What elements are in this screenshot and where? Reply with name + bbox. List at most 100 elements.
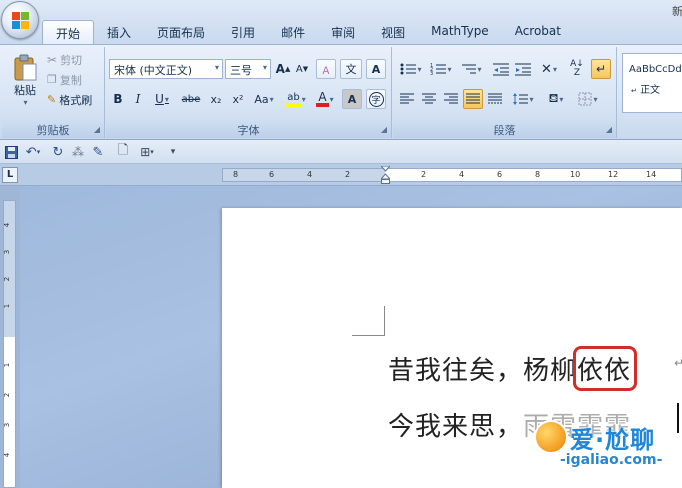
horizontal-ruler[interactable]: 8 6 4 2 2 4 6 8 10 12 14 <box>222 166 682 184</box>
insert-symbol-button[interactable]: ⁂ <box>70 143 86 161</box>
multilevel-list-button[interactable]: ▾ <box>457 59 485 79</box>
table-icon: ⊞ <box>140 145 151 159</box>
customize-qat-button[interactable]: ▾ <box>168 143 178 161</box>
tab-view[interactable]: 视图 <box>368 20 418 44</box>
tab-acrobat[interactable]: Acrobat <box>502 20 574 44</box>
office-button[interactable] <box>1 1 39 39</box>
sort-button[interactable]: A↓ Z <box>567 59 587 79</box>
tab-home[interactable]: 开始 <box>42 20 95 44</box>
ruler-tick: 4 <box>459 170 465 179</box>
quick-access-toolbar: ↶ ▾ ↻ ⁂ ✎ 🗋 ⊞ ▾ ▾ <box>0 140 682 164</box>
align-center-button[interactable] <box>419 89 439 109</box>
paste-button[interactable]: 粘贴 ▾ <box>6 49 44 111</box>
ruler-tick: 4 <box>3 452 12 458</box>
paint-bucket-icon: ⛾ <box>548 91 559 105</box>
underline-button[interactable]: U ▾ <box>150 89 174 109</box>
save-icon[interactable] <box>3 143 19 161</box>
cut-label: 剪切 <box>60 53 83 67</box>
char-border-button[interactable]: A <box>366 59 386 79</box>
tab-insert[interactable]: 插入 <box>94 20 144 44</box>
tab-mathtype[interactable]: MathType <box>418 20 502 44</box>
draw-table-button[interactable]: ✎ <box>90 143 106 161</box>
show-formatting-button[interactable]: ↵ <box>591 59 611 79</box>
tab-stop-selector[interactable]: L <box>2 167 18 183</box>
style-gallery-normal[interactable]: AaBbCcDd ↵ 正文 <box>622 53 682 113</box>
vertical-ruler[interactable]: 4 3 2 1 1 2 3 4 <box>3 200 16 488</box>
title-bar: 新 开始 插入 页面布局 引用 邮件 审阅 视图 MathType Acroba… <box>0 0 682 44</box>
clear-format-button[interactable]: Ａ <box>316 59 336 79</box>
window-title: 新 <box>672 5 682 18</box>
site-watermark: 爱·尬聊 -igaliao.com- <box>530 412 682 488</box>
copy-button[interactable]: ❐ 复制 <box>46 71 83 88</box>
justify-button[interactable] <box>463 89 483 109</box>
highlighted-word[interactable]: 依依 <box>573 346 638 391</box>
redo-button[interactable]: ↻ <box>50 143 66 161</box>
change-case-button[interactable]: Aa ▾ <box>250 89 278 109</box>
italic-button[interactable]: I <box>130 89 146 109</box>
chevron-down-icon: ▾ <box>262 63 267 72</box>
phonetic-guide-button[interactable]: 文 <box>340 59 362 79</box>
tab-page-layout[interactable]: 页面布局 <box>144 20 218 44</box>
ruler-tick: 2 <box>3 392 12 398</box>
font-color-icon: A <box>316 91 329 107</box>
ruler-tick: 4 <box>3 222 12 228</box>
asian-layout-button[interactable]: ✕ ▾ <box>535 59 563 79</box>
pencil-icon: ✎ <box>92 144 104 160</box>
enclose-icon: 字 <box>368 91 384 107</box>
cut-button[interactable]: ✂ 剪切 <box>46 51 83 68</box>
font-size-select[interactable]: 三号 ▾ <box>225 59 271 79</box>
ruler-tick: 14 <box>646 170 657 179</box>
increase-indent-button[interactable] <box>513 59 533 79</box>
watermark-logo-icon <box>534 420 568 454</box>
char-shading-button[interactable]: A <box>342 89 362 109</box>
ruler-tick: 6 <box>497 170 503 179</box>
format-painter-button[interactable]: ✎ 格式刷 <box>46 91 93 108</box>
indent-marker-icon[interactable] <box>381 166 390 184</box>
ribbon: 粘贴 ▾ ✂ 剪切 ❐ 复制 ✎ 格式刷 剪贴板 ◢ 宋体 (中文正文) ▾ 三号… <box>0 44 682 140</box>
paragraph-mark: ↵ <box>674 356 682 370</box>
highlighter-icon: ab <box>286 92 301 107</box>
font-color-button[interactable]: A ▾ <box>312 89 338 109</box>
text-line-1[interactable]: 昔我往矣，杨柳依依 <box>388 346 638 391</box>
increase-indent-icon <box>515 63 531 76</box>
chevron-down-icon: ▾ <box>170 147 176 157</box>
eraser-icon: Ａ <box>321 65 331 77</box>
ruler-tick: 3 <box>3 249 12 255</box>
shading-button[interactable]: ⛾ ▾ <box>541 89 571 109</box>
grow-font-button[interactable]: A ▲ <box>274 59 292 79</box>
align-right-button[interactable] <box>441 89 461 109</box>
bullet-list-icon <box>400 63 417 75</box>
borders-button[interactable]: ▾ <box>573 89 603 109</box>
tab-references[interactable]: 引用 <box>218 20 268 44</box>
clipboard-group: 粘贴 ▾ ✂ 剪切 ❐ 复制 ✎ 格式刷 剪贴板 ◢ <box>2 47 105 138</box>
ruler-bar: L 8 6 4 2 2 4 6 8 10 12 14 <box>0 164 682 186</box>
bold-button[interactable]: B <box>110 89 126 109</box>
justify-icon <box>466 93 480 104</box>
paragraph-launcher-icon[interactable]: ◢ <box>606 125 612 134</box>
undo-button[interactable]: ↶ ▾ <box>22 143 44 161</box>
superscript-button[interactable]: x² <box>228 89 248 109</box>
bullets-button[interactable]: ▾ <box>397 59 425 79</box>
line-spacing-button[interactable]: ▾ <box>509 89 537 109</box>
shrink-font-button[interactable]: A ▼ <box>293 59 311 79</box>
enclose-char-button[interactable]: 字 <box>366 89 386 109</box>
distribute-button[interactable] <box>485 89 505 109</box>
paste-label: 粘贴 <box>14 83 36 97</box>
font-launcher-icon[interactable]: ◢ <box>381 125 387 134</box>
font-name-select[interactable]: 宋体 (中文正文) ▾ <box>109 59 223 79</box>
ruler-tick: 12 <box>608 170 619 179</box>
strikethrough-button[interactable]: abe <box>178 89 204 109</box>
undo-icon: ↶ <box>25 144 37 160</box>
new-document-button[interactable]: 🗋 <box>116 143 130 161</box>
decrease-indent-button[interactable] <box>491 59 511 79</box>
numbering-button[interactable]: 1 2 3 ▾ <box>427 59 455 79</box>
paste-dropdown-icon[interactable]: ▾ <box>23 98 27 107</box>
highlight-button[interactable]: ab ▾ <box>282 89 310 109</box>
tab-review[interactable]: 审阅 <box>318 20 368 44</box>
subscript-button[interactable]: x₂ <box>206 89 226 109</box>
align-left-button[interactable] <box>397 89 417 109</box>
clipboard-launcher-icon[interactable]: ◢ <box>94 125 100 134</box>
table-insert-button[interactable]: ⊞ ▾ <box>134 143 160 161</box>
tab-mailings[interactable]: 邮件 <box>268 20 318 44</box>
line-1-text: 昔我往矣，杨柳 <box>388 356 578 386</box>
